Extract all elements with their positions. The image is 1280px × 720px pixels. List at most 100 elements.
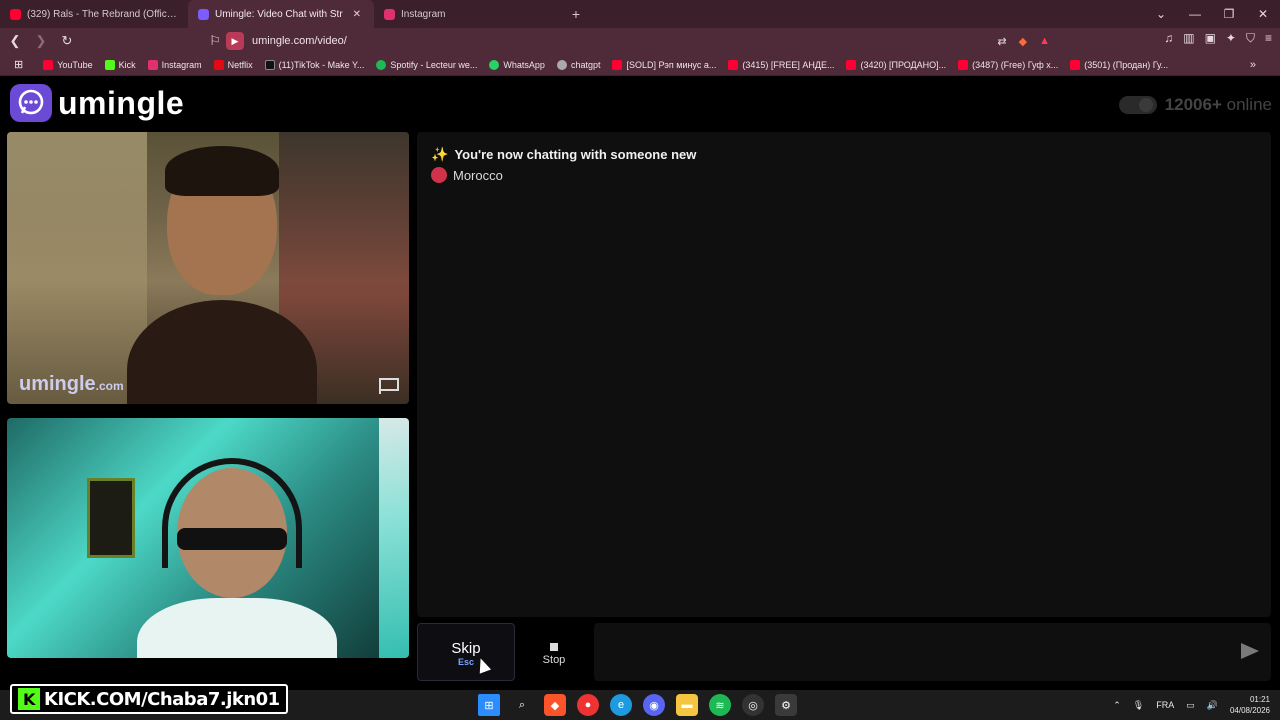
new-tab-button[interactable]: + (564, 6, 588, 22)
menu-icon[interactable]: ≡ (1265, 31, 1272, 46)
bookmark-label: [SOLD] Рэп минус а... (626, 59, 717, 70)
language-indicator[interactable]: FRA (1156, 700, 1174, 710)
tab-instagram[interactable]: Instagram (374, 0, 564, 28)
bookmark-whatsapp[interactable]: WhatsApp (483, 59, 551, 70)
online-label: online (1226, 95, 1272, 114)
site-info-icon[interactable]: ▶ (226, 32, 244, 50)
bookmark-tiktok[interactable]: (11)TikTok - Make Y... (259, 59, 371, 70)
url-text[interactable]: umingle.com/video/ (252, 35, 347, 47)
reload-button[interactable]: ↻ (56, 33, 78, 49)
windows-start-icon[interactable]: ⊞ (478, 694, 500, 716)
bookmark-netflix[interactable]: Netflix (208, 59, 259, 70)
settings-icon[interactable]: ⚙ (775, 694, 797, 716)
maximize-button[interactable]: ❐ (1212, 7, 1246, 21)
sidebar-icon[interactable]: ▥ (1183, 31, 1194, 46)
file-explorer-icon[interactable]: ▬ (676, 694, 698, 716)
message-input[interactable] (594, 623, 1271, 681)
bookmark-youtube-video[interactable]: (3415) [FREE] АНДЕ... (722, 59, 840, 70)
tab-youtube[interactable]: (329) Rals - The Rebrand (Official Mu (0, 0, 188, 28)
clock[interactable]: 01:21 04/08/2026 (1230, 694, 1270, 716)
bookmark-youtube[interactable]: YouTube (37, 59, 98, 70)
youtube-icon (10, 8, 21, 20)
translate-icon[interactable]: ⇄ (997, 35, 1006, 48)
online-indicator: 12006+ online (1118, 95, 1272, 115)
stranger-video: umingle.com (7, 132, 409, 404)
bookmark-label: (3501) (Продан) Гу... (1084, 59, 1169, 70)
spotify-icon (376, 59, 387, 70)
back-button[interactable]: ❮ (4, 33, 26, 49)
bookmark-youtube-video[interactable]: [SOLD] Рэп минус а... (606, 59, 722, 70)
bookmark-label: chatgpt (570, 59, 601, 70)
bookmark-label: (3420) [ПРОДАНО]... (860, 59, 947, 70)
background-speaker (87, 478, 135, 558)
more-bookmarks-icon[interactable]: » (1250, 59, 1256, 71)
search-icon[interactable]: ⌕ (511, 694, 533, 716)
show-hidden-icons[interactable]: ⌃ (1113, 700, 1121, 711)
vpn-icon[interactable]: ⛉ (1246, 31, 1255, 46)
bookmark-youtube-video[interactable]: (3501) (Продан) Гу... (1064, 59, 1174, 70)
bookmark-icon[interactable]: ⚐ (204, 33, 226, 49)
umingle-page: umingle 12006+ online umingle.com ✨ You'r… (0, 77, 1280, 683)
self-video (7, 418, 409, 658)
bookmark-label: Netflix (227, 59, 253, 70)
bookmark-chatgpt[interactable]: chatgpt (551, 59, 607, 70)
umingle-logo[interactable]: umingle (10, 84, 184, 122)
stranger-body (127, 300, 317, 404)
youtube-icon (43, 59, 54, 70)
brave-rewards-icon[interactable]: ▲ (1039, 35, 1050, 48)
system-tray: ⌃ 🎙 FRA ▭ 🔊 01:21 04/08/2026 (1113, 694, 1270, 716)
wallet-icon[interactable]: ▣ (1205, 31, 1216, 46)
forward-button[interactable]: ❯ (30, 33, 52, 49)
network-icon[interactable]: ▭ (1186, 700, 1195, 711)
bookmark-kick[interactable]: Kick (99, 59, 142, 70)
spotify-icon[interactable]: ≋ (709, 694, 731, 716)
apps-icon[interactable]: ⊞ (8, 58, 37, 71)
bookmark-label: (3415) [FREE] АНДЕ... (742, 59, 835, 70)
youtube-icon (612, 59, 623, 70)
brave-icon[interactable]: ◆ (544, 694, 566, 716)
discord-icon[interactable]: ◉ (643, 694, 665, 716)
window-controls: ⌄ — ❐ ✕ (1144, 0, 1280, 28)
chat-bubble-icon (10, 84, 52, 122)
media-icon[interactable]: ♫ (1164, 31, 1173, 46)
video-watermark: umingle.com (19, 373, 124, 396)
chrome-icon[interactable]: ● (577, 694, 599, 716)
watermark-suffix: .com (95, 379, 124, 393)
sparkles-icon: ✨ (431, 146, 449, 162)
send-icon[interactable] (1241, 643, 1259, 659)
skip-button[interactable]: Skip Esc (417, 623, 515, 681)
stop-button[interactable]: Stop (523, 623, 585, 681)
clock-date: 04/08/2026 (1229, 706, 1270, 715)
bookmark-youtube-video[interactable]: (3487) (Free) Гуф х... (952, 59, 1064, 70)
clock-time: 01:21 (1249, 695, 1270, 704)
bookmark-label: Spotify - Lecteur we... (390, 59, 478, 70)
close-window-button[interactable]: ✕ (1246, 7, 1280, 21)
extensions-icon[interactable]: ✦ (1226, 31, 1236, 46)
stranger-figure (127, 146, 317, 404)
edge-icon[interactable]: e (610, 694, 632, 716)
url-bar[interactable]: ▶ umingle.com/video/ ⇄ ◆ ▲ (226, 31, 1050, 51)
bookmark-instagram[interactable]: Instagram (142, 59, 208, 70)
connected-message: ✨ You're now chatting with someone new (431, 146, 696, 163)
microphone-icon[interactable]: 🎙 (1133, 700, 1144, 711)
volume-icon[interactable]: 🔊 (1207, 700, 1218, 711)
bookmark-youtube-video[interactable]: (3420) [ПРОДАНО]... (840, 59, 952, 70)
report-flag-icon[interactable] (379, 378, 399, 394)
country-text: Morocco (453, 167, 503, 183)
bookmark-spotify[interactable]: Spotify - Lecteur we... (370, 59, 483, 70)
bookmark-label: YouTube (57, 59, 93, 70)
minimize-button[interactable]: — (1178, 7, 1212, 21)
theme-toggle[interactable] (1118, 96, 1157, 114)
netflix-icon (213, 59, 224, 70)
obs-icon[interactable]: ◎ (742, 694, 764, 716)
tab-list-icon[interactable]: ⌄ (1144, 7, 1178, 21)
youtube-icon (846, 59, 857, 70)
instagram-icon (147, 59, 158, 70)
tab-title: Instagram (401, 8, 446, 20)
brave-shield-icon[interactable]: ◆ (1019, 35, 1027, 48)
background-building (7, 132, 147, 404)
background-neon-light (379, 418, 409, 658)
kick-overlay-text: KICK.COM/Chaba7.jkn01 (44, 688, 280, 710)
tab-umingle[interactable]: Umingle: Video Chat with Str ✕ (188, 0, 374, 28)
close-tab-icon[interactable]: ✕ (353, 9, 361, 20)
